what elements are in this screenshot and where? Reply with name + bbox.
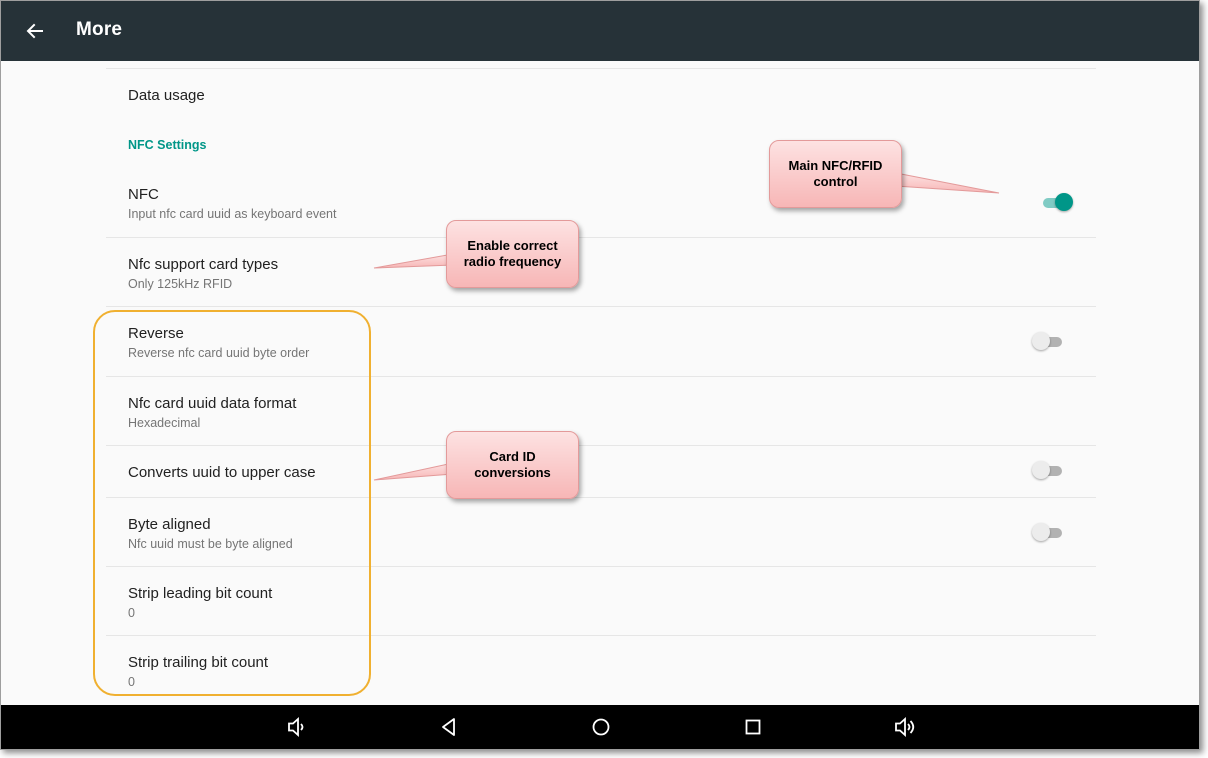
callout-text-line: Card ID xyxy=(489,449,536,464)
callout-pointer-card-id xyxy=(373,462,454,481)
callout-text-line: Enable correct xyxy=(467,238,558,253)
callout-main-nfc: Main NFC/RFID control xyxy=(769,140,902,208)
callout-pointers xyxy=(373,172,1000,481)
callout-pointer-radio-freq xyxy=(373,253,454,269)
callout-card-id-conversions: Card ID conversions xyxy=(446,431,579,499)
callout-pointer-main-nfc xyxy=(895,172,1000,194)
callout-text-line: radio frequency xyxy=(463,254,562,269)
callout-text-line: control xyxy=(813,174,858,189)
callout-text-line: Main NFC/RFID xyxy=(788,158,883,173)
callout-radio-frequency: Enable correct radio frequency xyxy=(446,220,579,288)
device-screen: More Data usage NFC Settings NFC Input n… xyxy=(0,0,1200,750)
callout-text-line: conversions xyxy=(474,465,551,480)
